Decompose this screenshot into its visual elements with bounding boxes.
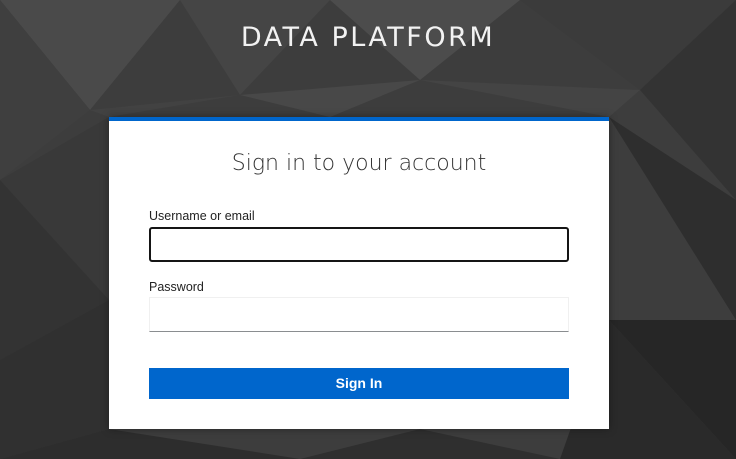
username-input[interactable] bbox=[149, 227, 569, 262]
sign-in-button[interactable]: Sign In bbox=[149, 368, 569, 399]
username-label: Username or email bbox=[149, 209, 255, 223]
login-heading: Sign in to your account bbox=[231, 151, 487, 176]
password-input[interactable] bbox=[149, 297, 569, 332]
login-card: Sign in to your account Username or emai… bbox=[109, 117, 609, 429]
brand-title: DATA PLATFORM bbox=[240, 22, 496, 53]
password-label: Password bbox=[149, 280, 204, 294]
